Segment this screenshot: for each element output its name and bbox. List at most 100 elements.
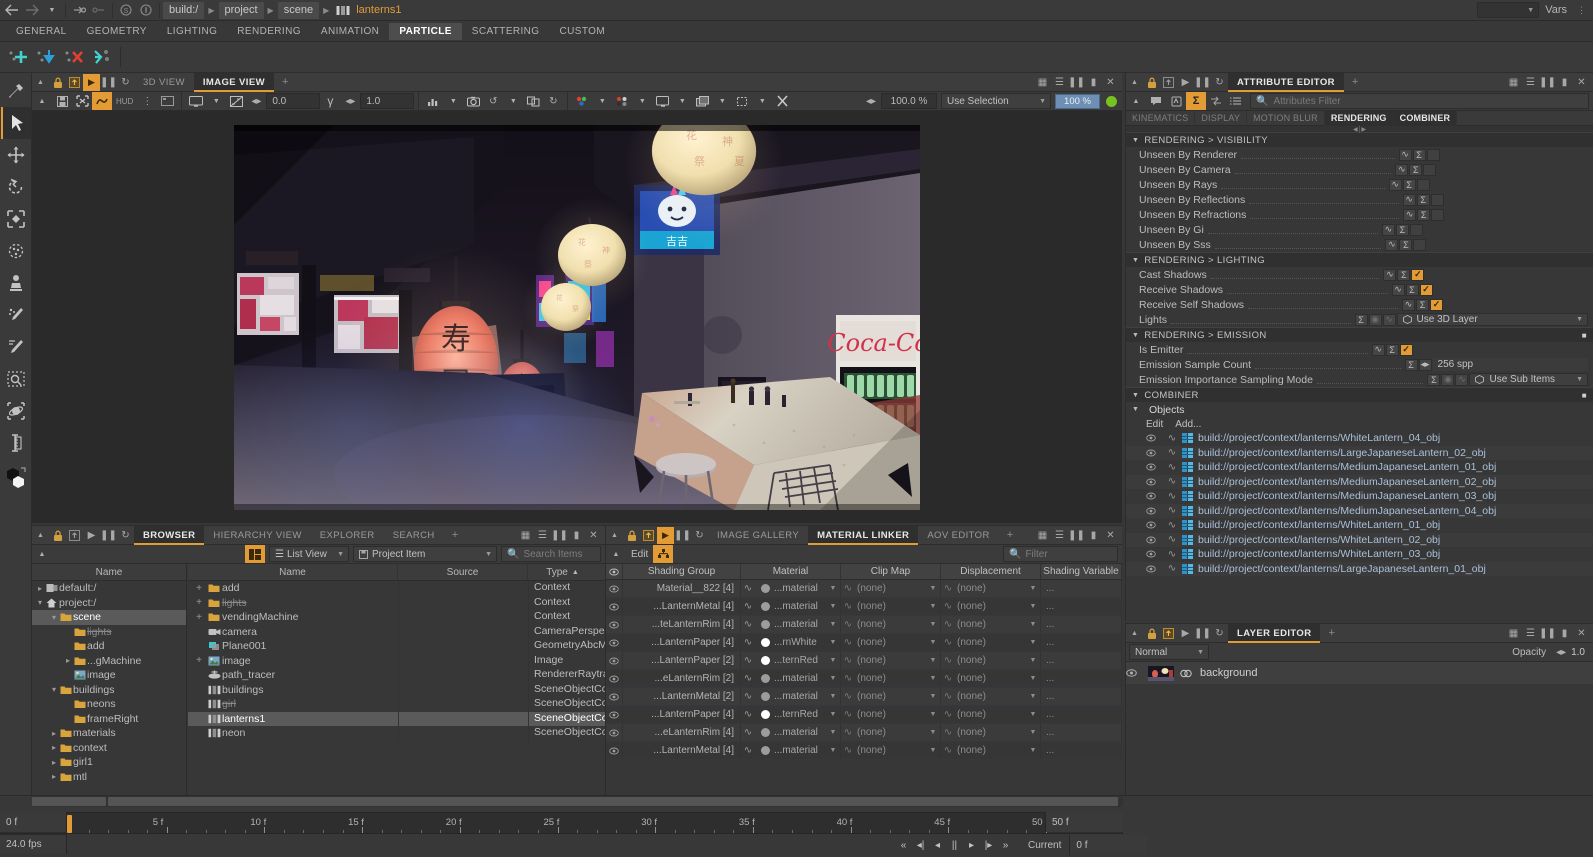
rows-layout-icon[interactable]: ☰ xyxy=(1522,74,1539,91)
expand-plus-icon[interactable]: + xyxy=(192,583,206,594)
attribute-checkbox[interactable] xyxy=(1409,223,1423,236)
attribute-checkbox[interactable]: ✓ xyxy=(1411,268,1425,281)
objects-group-header[interactable]: ▼ Objects xyxy=(1126,402,1593,417)
combiner-object-row[interactable]: ∿ build://project/context/lanterns/WhiteL… xyxy=(1126,431,1593,446)
add-particle-icon[interactable] xyxy=(4,44,32,70)
drop-particle-icon[interactable] xyxy=(32,44,60,70)
tree-item-add[interactable]: add xyxy=(32,639,186,654)
single-layout-icon[interactable]: ▮ xyxy=(568,527,585,544)
row-visibility-icon[interactable] xyxy=(606,598,623,615)
columns-layout-icon[interactable]: ❚❚ xyxy=(1539,74,1556,91)
menu-scattering[interactable]: SCATTERING xyxy=(462,23,550,40)
material-cell[interactable]: ∿ ...material ▼ xyxy=(741,670,841,687)
collapse-arrow-icon[interactable]: ▲ xyxy=(32,92,52,110)
channels-dropdown-icon[interactable]: ▼ xyxy=(443,92,463,110)
section-collapse-icon[interactable]: ▼ xyxy=(1132,257,1139,264)
previous-key-button[interactable]: ◂| xyxy=(912,840,929,851)
attribute-row[interactable]: Unseen By Sss ∿ Σ xyxy=(1126,237,1593,252)
selection-mode-combo[interactable]: Use Selection ▼ xyxy=(941,93,1051,109)
monitor-icon[interactable] xyxy=(652,92,672,110)
columns-layout-icon[interactable]: ❚❚ xyxy=(1068,74,1085,91)
attribute-checkbox[interactable]: ✓ xyxy=(1430,298,1444,311)
sigma-button[interactable]: Σ xyxy=(1427,373,1441,386)
material-dropdown-icon[interactable]: ▼ xyxy=(826,693,840,700)
material-link-icon[interactable]: ∿ xyxy=(741,619,755,630)
object-link-icon[interactable]: ∿ xyxy=(1162,534,1182,545)
close-icon[interactable]: ✕ xyxy=(1573,74,1590,91)
material-cell[interactable]: ∿ ...material ▼ xyxy=(741,742,841,759)
add-tab-button[interactable]: + xyxy=(444,529,466,541)
tree-item-gmachine[interactable]: ▸ ...gMachine xyxy=(32,654,186,669)
section-collapse-icon[interactable]: ▼ xyxy=(1132,137,1139,144)
monitor-dropdown-icon[interactable]: ▼ xyxy=(672,92,692,110)
edit-menu[interactable]: Edit xyxy=(626,549,653,560)
combiner-object-row[interactable]: ∿ build://project/context/lanterns/WhiteL… xyxy=(1126,532,1593,547)
hud-label[interactable]: HUD xyxy=(112,97,137,106)
displacement-dropdown-icon[interactable]: ▼ xyxy=(1026,747,1040,754)
go-to-start-button[interactable]: « xyxy=(895,840,912,851)
history-icon[interactable]: ↺ xyxy=(483,92,503,110)
camera-snapshot-icon[interactable] xyxy=(463,92,483,110)
channel-view-dropdown-icon[interactable]: ▼ xyxy=(632,92,652,110)
curve-button[interactable]: ∿ xyxy=(1382,313,1396,326)
clip-map-dropdown-icon[interactable]: ▼ xyxy=(926,711,940,718)
tree-item-materials[interactable]: ▸ materials xyxy=(32,726,186,741)
clip-map-link-icon[interactable]: ∿ xyxy=(841,673,855,684)
timeline-end-frame-field[interactable]: 50 f xyxy=(1045,812,1123,832)
displacement-link-icon[interactable]: ∿ xyxy=(941,727,955,738)
object-link-icon[interactable]: ∿ xyxy=(1162,520,1182,531)
sigma-button[interactable]: Σ xyxy=(1409,163,1423,176)
object-link-icon[interactable]: ∿ xyxy=(1162,476,1182,487)
displacement-link-icon[interactable]: ∿ xyxy=(941,583,955,594)
clip-map-link-icon[interactable]: ∿ xyxy=(841,601,855,612)
tree-expand-arrow-icon[interactable]: ▾ xyxy=(48,685,60,694)
current-frame-field[interactable]: 0 f xyxy=(1069,835,1148,855)
material-linker-row[interactable]: ...LanternMetal [4] ∿ ...material ▼ ∿ (none) ▼… xyxy=(606,742,1122,760)
play-icon[interactable]: ▶ xyxy=(1177,625,1194,642)
col-clip-map[interactable]: Clip Map xyxy=(841,564,941,579)
rows-layout-icon[interactable]: ☰ xyxy=(534,527,551,544)
material-link-icon[interactable]: ∿ xyxy=(741,601,755,612)
channel-view-icon[interactable] xyxy=(612,92,632,110)
display-dropdown-icon[interactable]: ▼ xyxy=(206,92,226,110)
link-out-icon[interactable] xyxy=(89,1,109,20)
subtab-display[interactable]: DISPLAY xyxy=(1195,110,1248,126)
section-collapse-icon[interactable]: ▼ xyxy=(1132,332,1139,339)
col-material[interactable]: Material xyxy=(741,564,841,579)
pause-icon[interactable]: ❚❚ xyxy=(1194,74,1211,91)
gamma-icon[interactable]: γ xyxy=(320,92,340,110)
clip-map-cell[interactable]: ∿ (none) ▼ xyxy=(841,652,941,669)
displacement-dropdown-icon[interactable]: ▼ xyxy=(1026,729,1040,736)
material-dropdown-icon[interactable]: ▼ xyxy=(826,747,840,754)
opacity-value[interactable]: 1.0 xyxy=(1571,647,1593,658)
expand-plus-icon[interactable]: + xyxy=(192,597,206,608)
material-dropdown-icon[interactable]: ▼ xyxy=(826,657,840,664)
snapshot-icon[interactable] xyxy=(66,527,83,544)
clip-map-link-icon[interactable]: ∿ xyxy=(841,583,855,594)
section-header[interactable]: ▼ RENDERING > VISIBILITY xyxy=(1126,132,1593,147)
tree-item-mtl[interactable]: ▸ mtl xyxy=(32,770,186,785)
clip-map-cell[interactable]: ∿ (none) ▼ xyxy=(841,688,941,705)
menu-custom[interactable]: CUSTOM xyxy=(550,23,616,40)
attribute-value-field[interactable]: 256 spp xyxy=(1432,358,1588,371)
clip-map-cell[interactable]: ∿ (none) ▼ xyxy=(841,742,941,759)
section-header[interactable]: ▼ RENDERING > LIGHTING xyxy=(1126,252,1593,267)
subtab-kinematics[interactable]: KINEMATICS xyxy=(1126,110,1196,126)
attribute-row[interactable]: Emission Sample Count Σ ◂▸ 256 spp xyxy=(1126,357,1593,372)
material-cell[interactable]: ∿ ...material ▼ xyxy=(741,580,841,597)
object-visibility-icon[interactable] xyxy=(1146,449,1162,457)
compare-icon[interactable] xyxy=(523,92,543,110)
object-visibility-icon[interactable] xyxy=(1146,550,1162,558)
filter-type-combo[interactable]: Project Item ▼ xyxy=(353,546,497,562)
displacement-dropdown-icon[interactable]: ▼ xyxy=(1026,621,1040,628)
displacement-link-icon[interactable]: ∿ xyxy=(941,745,955,756)
step-forward-button[interactable]: |▸ xyxy=(980,840,997,851)
lock-icon[interactable] xyxy=(49,527,66,544)
material-linker-row[interactable]: ...eLanternRim [2] ∿ ...material ▼ ∿ (none) ▼ ∿… xyxy=(606,670,1122,688)
timeline-start-frame[interactable]: 0 f xyxy=(0,812,67,832)
material-dropdown-icon[interactable]: ▼ xyxy=(826,603,840,610)
shading-variable-cell[interactable]: ... xyxy=(1041,598,1122,615)
sigma-icon[interactable]: Σ xyxy=(1186,92,1206,110)
displacement-link-icon[interactable]: ∿ xyxy=(941,673,955,684)
refresh-icon[interactable]: ↻ xyxy=(117,74,134,91)
